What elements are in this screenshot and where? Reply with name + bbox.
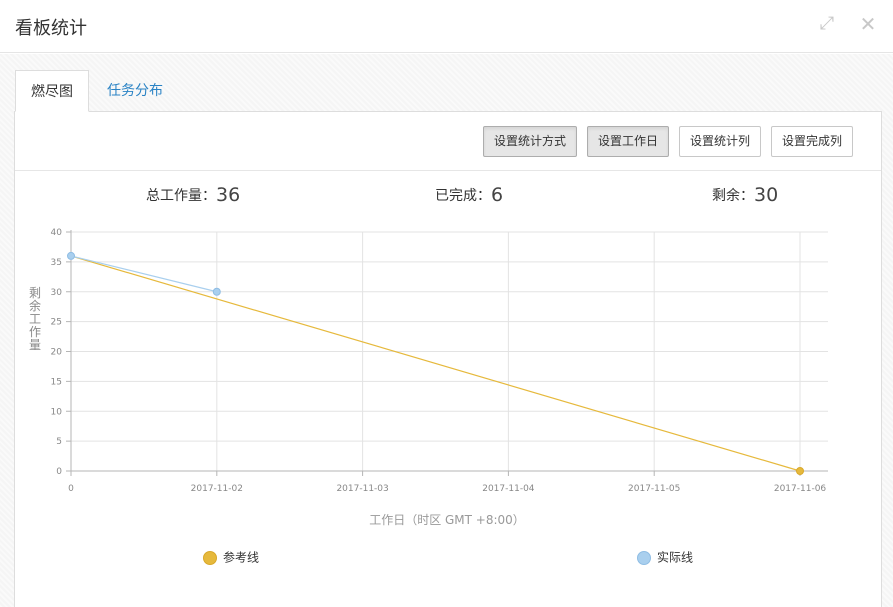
actual-point: [67, 251, 75, 260]
legend-actual-swatch: [637, 550, 651, 565]
legend-reference[interactable]: 参考线: [203, 549, 259, 565]
y-tick-label: 20: [51, 348, 63, 358]
x-tick-label: 0: [68, 484, 74, 494]
x-tick-label: 2017-11-03: [336, 484, 388, 494]
legend-actual-label: 实际线: [657, 550, 694, 565]
y-tick-label: 40: [51, 228, 63, 238]
y-axis-title: 剩余工作量: [29, 286, 41, 352]
actual-line: [70, 255, 217, 293]
actual-point: [212, 287, 221, 296]
reference-line: [70, 255, 801, 472]
y-tick-label: 25: [51, 318, 62, 328]
legend-reference-label: 参考线: [223, 550, 260, 565]
x-tick-label: 2017-11-05: [628, 484, 680, 494]
legend-actual[interactable]: 实际线: [637, 549, 693, 565]
burndown-chart: 0 5 10 15 20 25 30 35 40 0 2017-11-02 2017-11-03 201…: [29, 228, 828, 527]
y-tick-label: 0: [56, 467, 62, 477]
x-axis-title: 工作日（时区 GMT +8:00）: [369, 513, 525, 527]
y-tick-label: 5: [56, 437, 62, 447]
y-tick-label: 15: [51, 377, 62, 387]
legend-reference-swatch: [203, 550, 217, 565]
y-tick-label: 30: [51, 288, 63, 298]
y-tick-label: 10: [51, 407, 63, 417]
x-tick-label: 2017-11-04: [482, 484, 535, 494]
tab-burndown[interactable]: 燃尽图: [15, 70, 89, 112]
x-tick-label: 2017-11-02: [191, 484, 243, 494]
x-tick-label: 2017-11-06: [774, 484, 827, 494]
y-tick-label: 35: [51, 258, 62, 268]
reference-point: [796, 467, 804, 475]
